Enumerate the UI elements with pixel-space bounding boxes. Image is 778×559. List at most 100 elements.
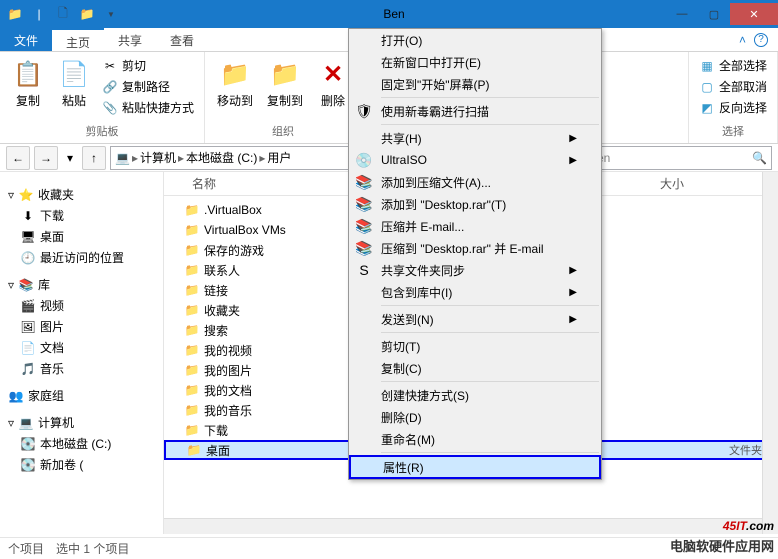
help-icon[interactable]: ?: [754, 33, 768, 47]
menu-item[interactable]: 📚添加到压缩文件(A)...: [349, 171, 601, 193]
submenu-arrow-icon: ▶: [569, 155, 577, 166]
nav-music-label: 音乐: [40, 360, 64, 377]
expand-icon[interactable]: ▿: [8, 278, 14, 292]
nav-desktop[interactable]: 🖥桌面: [0, 226, 163, 247]
chevron-up-icon[interactable]: ˄: [739, 33, 746, 47]
menu-item[interactable]: 创建快捷方式(S): [349, 384, 601, 406]
close-button[interactable]: ✕: [730, 3, 778, 25]
chevron-right-icon: ▸: [132, 151, 138, 165]
breadcrumb-root[interactable]: 💻▸: [115, 151, 138, 165]
menu-label: 固定到"开始"屏幕(P): [381, 76, 490, 93]
computer-icon: 💻: [115, 151, 130, 165]
maximize-button[interactable]: ▢: [698, 3, 730, 25]
menu-item[interactable]: 📚压缩到 "Desktop.rar" 并 E-mail: [349, 237, 601, 259]
quick-access-toolbar: 📁 | 🗋 📁 ▼: [4, 3, 122, 25]
paste-icon: 📄: [58, 58, 90, 90]
breadcrumb-disk[interactable]: 本地磁盘 (C:)▸: [186, 149, 265, 166]
nav-favorites[interactable]: ▿⭐收藏夹: [0, 184, 163, 205]
select-none-button[interactable]: ▢全部取消: [697, 77, 769, 96]
breadcrumb-users[interactable]: 用户: [267, 149, 291, 166]
menu-item[interactable]: 包含到库中(I)▶: [349, 281, 601, 303]
tab-file[interactable]: 文件: [0, 28, 52, 51]
moveto-button[interactable]: 📁移动到: [213, 56, 257, 111]
select-invert-icon: ◩: [699, 100, 715, 116]
nav-newvolume-label: 新加卷 (: [40, 456, 83, 473]
watermark-logo-b: .com: [746, 519, 774, 533]
menu-item[interactable]: 打开(O): [349, 29, 601, 51]
cut-button[interactable]: ✂剪切: [100, 56, 196, 75]
menu-item[interactable]: 🛡使用新毒霸进行扫描: [349, 100, 601, 122]
nav-homegroup[interactable]: 👥家庭组: [0, 385, 163, 406]
nav-downloads[interactable]: ⬇下载: [0, 205, 163, 226]
folder-icon: 📁: [184, 222, 200, 238]
menu-label: 共享文件夹同步: [381, 262, 465, 279]
nav-music[interactable]: 🎵音乐: [0, 358, 163, 379]
nav-localdisk[interactable]: 💽本地磁盘 (C:): [0, 433, 163, 454]
copy-path-button[interactable]: 🔗复制路径: [100, 77, 196, 96]
library-icon: 📚: [18, 277, 34, 293]
minimize-button[interactable]: —: [666, 3, 698, 25]
status-selected: 选中 1 个项目: [56, 540, 129, 557]
tab-home[interactable]: 主页: [52, 28, 104, 51]
menu-item[interactable]: 发送到(N)▶: [349, 308, 601, 330]
back-button[interactable]: ←: [6, 146, 30, 170]
nav-recent[interactable]: 🕘最近访问的位置: [0, 247, 163, 268]
new-folder-icon[interactable]: 📁: [76, 3, 98, 25]
select-invert-button[interactable]: ◩反向选择: [697, 98, 769, 117]
ribbon-help: ˄ ?: [739, 28, 778, 51]
menu-item[interactable]: S共享文件夹同步▶: [349, 259, 601, 281]
chevron-right-icon: ▸: [259, 151, 265, 165]
menu-label: 共享(H): [381, 130, 422, 147]
menu-label: 剪切(T): [381, 338, 420, 355]
select-all-button[interactable]: ▦全部选择: [697, 56, 769, 75]
clipboard-group-label: 剪贴板: [8, 123, 196, 139]
file-name: .VirtualBox: [204, 203, 262, 217]
menu-item[interactable]: 剪切(T): [349, 335, 601, 357]
menu-icon: 📚: [355, 239, 373, 257]
menu-item[interactable]: 固定到"开始"屏幕(P): [349, 73, 601, 95]
forward-button[interactable]: →: [34, 146, 58, 170]
menu-label: 添加到 "Desktop.rar"(T): [381, 196, 506, 213]
search-input[interactable]: en 🔍: [592, 146, 772, 170]
paste-button[interactable]: 📄粘贴: [54, 56, 94, 111]
up-button[interactable]: ↑: [82, 146, 106, 170]
folder-icon: 📁: [4, 3, 26, 25]
folder-icon: 📁: [184, 302, 200, 318]
copyto-button[interactable]: 📁复制到: [263, 56, 307, 111]
moveto-icon: 📁: [219, 58, 251, 90]
folder-icon: 📁: [184, 282, 200, 298]
col-size[interactable]: 大小: [644, 175, 704, 192]
vertical-scrollbar[interactable]: [762, 172, 778, 534]
menu-item[interactable]: 📚添加到 "Desktop.rar"(T): [349, 193, 601, 215]
properties-icon[interactable]: 🗋: [52, 3, 74, 25]
file-name: 收藏夹: [204, 302, 240, 319]
menu-item[interactable]: 复制(C): [349, 357, 601, 379]
menu-item[interactable]: 💿UltraISO▶: [349, 149, 601, 171]
tab-share[interactable]: 共享: [104, 28, 156, 51]
menu-item[interactable]: 属性(R): [349, 455, 601, 479]
nav-libraries[interactable]: ▿📚库: [0, 274, 163, 295]
menu-item[interactable]: 删除(D): [349, 406, 601, 428]
menu-item[interactable]: 重命名(M): [349, 428, 601, 450]
menu-item[interactable]: 共享(H)▶: [349, 127, 601, 149]
nav-videos[interactable]: 🎬视频: [0, 295, 163, 316]
select-none-icon: ▢: [699, 79, 715, 95]
status-count-label: 个项目: [8, 542, 44, 556]
menu-item[interactable]: 📚压缩并 E-mail...: [349, 215, 601, 237]
status-count: 个项目: [8, 540, 44, 557]
nav-pictures[interactable]: 🖼图片: [0, 316, 163, 337]
copy-button[interactable]: 📋复制: [8, 56, 48, 111]
history-dropdown[interactable]: ▾: [62, 146, 78, 170]
desktop-icon: 🖥: [20, 229, 36, 245]
menu-item[interactable]: 在新窗口中打开(E): [349, 51, 601, 73]
tab-view[interactable]: 查看: [156, 28, 208, 51]
breadcrumb-computer[interactable]: 计算机▸: [140, 149, 184, 166]
expand-icon[interactable]: ▿: [8, 188, 14, 202]
nav-documents[interactable]: 📄文档: [0, 337, 163, 358]
nav-computer[interactable]: ▿💻计算机: [0, 412, 163, 433]
menu-label: 创建快捷方式(S): [381, 387, 469, 404]
nav-newvolume[interactable]: 💽新加卷 (: [0, 454, 163, 475]
paste-shortcut-button[interactable]: 📎粘贴快捷方式: [100, 98, 196, 117]
qat-dropdown-icon[interactable]: ▼: [100, 3, 122, 25]
expand-icon[interactable]: ▿: [8, 416, 14, 430]
